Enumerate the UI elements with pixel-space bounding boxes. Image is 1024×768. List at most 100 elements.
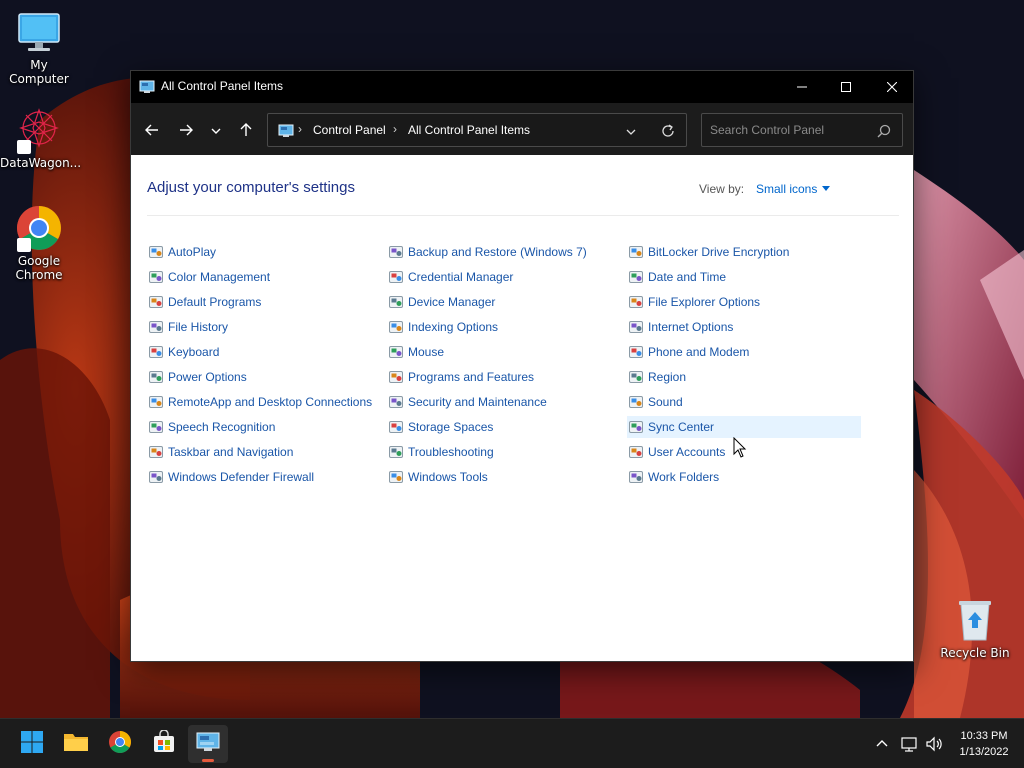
search-box[interactable] <box>701 113 903 147</box>
cp-item-phone-and-modem[interactable]: Phone and Modem <box>627 341 861 363</box>
network-icon[interactable] <box>900 735 918 753</box>
desktop-icon-label: Recycle Bin <box>940 646 1010 660</box>
cp-item-bitlocker-drive-encryption[interactable]: BitLocker Drive Encryption <box>627 241 861 263</box>
taskbar-file-explorer[interactable] <box>56 725 96 763</box>
cp-item-taskbar-and-navigation[interactable]: Taskbar and Navigation <box>147 441 381 463</box>
address-history-dropdown[interactable] <box>624 124 638 138</box>
cp-item-file-history[interactable]: File History <box>147 316 381 338</box>
volume-icon[interactable] <box>925 735 943 753</box>
cp-item-label: File History <box>168 320 229 334</box>
cp-item-label: Default Programs <box>168 295 262 309</box>
cp-item-windows-tools[interactable]: Windows Tools <box>387 466 621 488</box>
remoteapp-icon <box>148 394 164 410</box>
folder-options-icon <box>628 294 644 310</box>
file-history-icon <box>148 319 164 335</box>
forward-button[interactable] <box>175 121 197 141</box>
view-by-dropdown[interactable]: Small icons <box>756 182 817 196</box>
keyboard-icon <box>148 344 164 360</box>
mouse-cursor-icon <box>733 436 747 459</box>
users-icon <box>628 444 644 460</box>
search-icon[interactable] <box>876 123 892 139</box>
cp-item-keyboard[interactable]: Keyboard <box>147 341 381 363</box>
cp-item-work-folders[interactable]: Work Folders <box>627 466 861 488</box>
cp-item-label: BitLocker Drive Encryption <box>648 245 790 259</box>
taskbar: 10:33 PM 1/13/2022 <box>0 718 1024 768</box>
cp-item-sound[interactable]: Sound <box>627 391 861 413</box>
cp-item-label: Speech Recognition <box>168 420 276 434</box>
desktop-icon-label: DataWagon... <box>0 156 82 170</box>
speaker-icon <box>628 394 644 410</box>
cp-item-label: Taskbar and Navigation <box>168 445 294 459</box>
troubleshooting-icon <box>388 444 404 460</box>
cp-item-label: Storage Spaces <box>408 420 494 434</box>
folder-icon <box>63 731 89 757</box>
cp-item-power-options[interactable]: Power Options <box>147 366 381 388</box>
breadcrumb-separator-icon: › <box>393 122 397 136</box>
cp-item-mouse[interactable]: Mouse <box>387 341 621 363</box>
up-button[interactable] <box>235 121 257 141</box>
cp-item-label: Credential Manager <box>408 270 514 284</box>
taskbar-chrome[interactable] <box>100 725 140 763</box>
credential-manager-icon <box>388 269 404 285</box>
cp-item-programs-and-features[interactable]: Programs and Features <box>387 366 621 388</box>
desktop-icon-datawagon[interactable]: DataWagon... <box>0 106 82 170</box>
recent-locations-button[interactable] <box>205 121 227 141</box>
cp-item-device-manager[interactable]: Device Manager <box>387 291 621 313</box>
cp-item-speech-recognition[interactable]: Speech Recognition <box>147 416 381 438</box>
cp-item-label: Sync Center <box>648 420 715 434</box>
control-panel-icon <box>139 79 155 95</box>
cp-item-date-and-time[interactable]: Date and Time <box>627 266 861 288</box>
cp-item-label: Windows Tools <box>408 470 488 484</box>
taskbar-control-panel[interactable] <box>188 725 228 763</box>
refresh-icon[interactable] <box>660 123 676 139</box>
store-icon <box>152 729 176 758</box>
phone-modem-icon <box>628 344 644 360</box>
minimize-button[interactable] <box>779 71 825 101</box>
control-panel-window: All Control Panel Items › Control Panel … <box>130 70 914 662</box>
chevron-up-icon[interactable] <box>873 735 891 753</box>
window-title: All Control Panel Items <box>161 79 284 93</box>
desktop-icon-my-computer[interactable]: My Computer <box>0 8 78 86</box>
cp-item-windows-defender-firewall[interactable]: Windows Defender Firewall <box>147 466 381 488</box>
chevron-down-icon <box>210 122 222 141</box>
cp-item-indexing-options[interactable]: Indexing Options <box>387 316 621 338</box>
close-button[interactable] <box>869 71 915 101</box>
caret-down-icon[interactable] <box>822 186 830 191</box>
device-manager-icon <box>388 294 404 310</box>
clock-icon <box>628 269 644 285</box>
maximize-button[interactable] <box>823 71 869 101</box>
address-bar[interactable]: › Control Panel › All Control Panel Item… <box>267 113 687 147</box>
cp-item-sync-center[interactable]: Sync Center <box>627 416 861 438</box>
cp-item-file-explorer-options[interactable]: File Explorer Options <box>627 291 861 313</box>
search-input[interactable] <box>710 122 870 138</box>
breadcrumb-control-panel[interactable]: Control Panel <box>313 123 386 137</box>
color-management-icon <box>148 269 164 285</box>
cp-item-default-programs[interactable]: Default Programs <box>147 291 381 313</box>
cp-item-troubleshooting[interactable]: Troubleshooting <box>387 441 621 463</box>
cp-item-label: User Accounts <box>648 445 726 459</box>
cp-item-security-and-maintenance[interactable]: Security and Maintenance <box>387 391 621 413</box>
system-clock[interactable]: 10:33 PM 1/13/2022 <box>952 728 1016 760</box>
taskbar-store[interactable] <box>144 725 184 763</box>
breadcrumb-all-items[interactable]: All Control Panel Items <box>408 123 530 137</box>
desktop-icon-label: Google Chrome <box>15 254 63 282</box>
cp-item-region[interactable]: Region <box>627 366 861 388</box>
navigation-bar: › Control Panel › All Control Panel Item… <box>131 103 913 155</box>
start-button[interactable] <box>12 725 52 763</box>
cp-item-color-management[interactable]: Color Management <box>147 266 381 288</box>
cp-item-autoplay[interactable]: AutoPlay <box>147 241 381 263</box>
title-bar[interactable]: All Control Panel Items <box>131 71 913 103</box>
desktop-icon-recycle-bin[interactable]: Recycle Bin <box>936 596 1014 660</box>
cp-item-internet-options[interactable]: Internet Options <box>627 316 861 338</box>
back-button[interactable] <box>141 121 163 141</box>
cp-item-storage-spaces[interactable]: Storage Spaces <box>387 416 621 438</box>
cp-item-remoteapp-and-desktop-connections[interactable]: RemoteApp and Desktop Connections <box>147 391 381 413</box>
cp-item-backup-and-restore-windows-7[interactable]: Backup and Restore (Windows 7) <box>387 241 621 263</box>
desktop-icon-google-chrome[interactable]: Google Chrome <box>0 204 78 282</box>
firewall-icon <box>148 469 164 485</box>
taskbar-icon <box>148 444 164 460</box>
cp-item-credential-manager[interactable]: Credential Manager <box>387 266 621 288</box>
bitlocker-icon <box>628 244 644 260</box>
control-panel-icon <box>196 731 220 757</box>
cp-item-label: Programs and Features <box>408 370 535 384</box>
